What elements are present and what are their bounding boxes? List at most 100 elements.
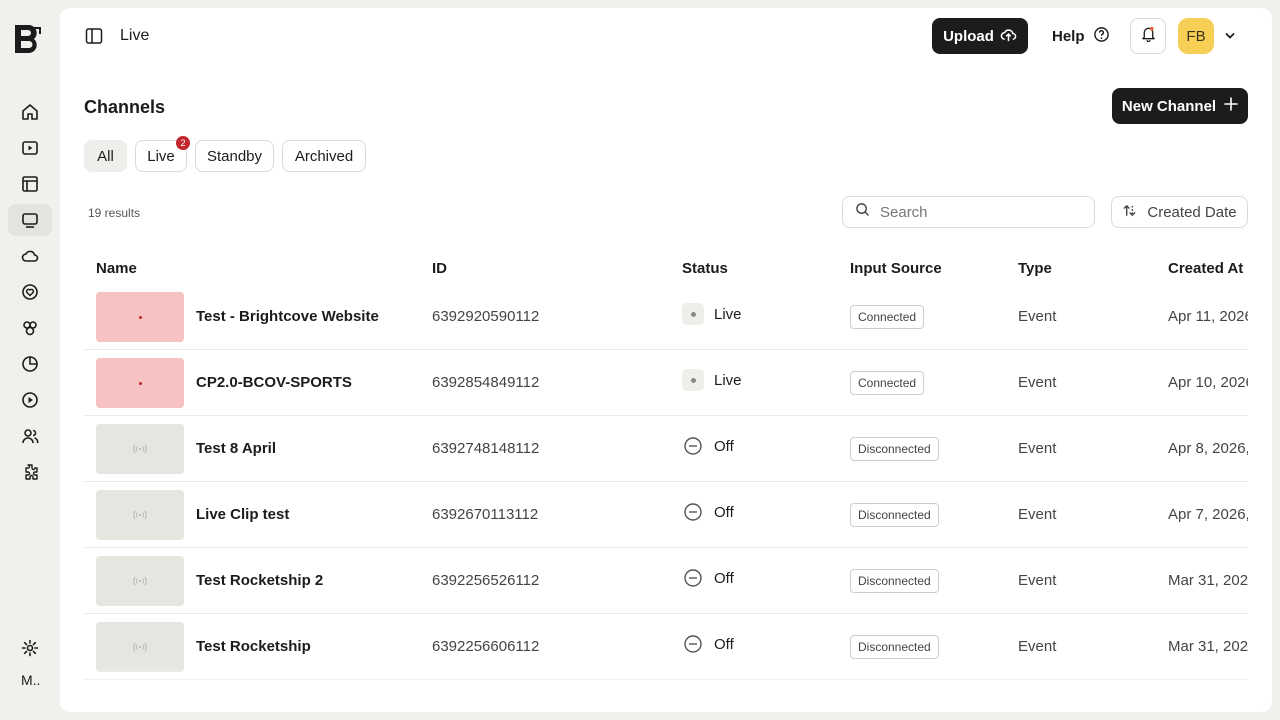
sidebar-toggle-icon[interactable] [84,26,104,46]
table-row[interactable]: Test Rocketship 2 6392256526112 Off Disc… [84,548,1248,614]
channel-name[interactable]: Test Rocketship [196,638,311,655]
search-icon [855,202,870,222]
channel-type: Event [1018,440,1057,457]
input-source-badge: Connected [850,305,925,329]
status-cell: Live [682,369,742,391]
status-text: Off [714,503,734,521]
channel-name[interactable]: Test - Brightcove Website [196,308,379,325]
off-status-icon [684,569,702,587]
upload-label: Upload [943,27,994,45]
channel-id: 6392854849112 [432,374,540,391]
cloud-upload-icon [1000,26,1017,47]
live-status-icon [682,369,704,391]
playlists-icon[interactable] [8,168,52,200]
channel-thumbnail [96,358,184,408]
off-status-icon [684,635,702,653]
channel-name[interactable]: Test Rocketship 2 [196,572,323,589]
status-cell: Off [682,501,734,523]
live-count-badge: 2 [176,136,190,150]
channel-thumbnail [96,490,184,540]
status-cell: Live [682,303,742,325]
created-at: Apr 11, 2026, [1168,308,1248,325]
channel-thumbnail [96,622,184,672]
channel-name[interactable]: Live Clip test [196,506,289,523]
audience-icon[interactable] [8,312,52,344]
results-count: 19 results [88,206,141,220]
new-channel-label: New Channel [1121,97,1217,115]
search-input[interactable] [880,203,1080,221]
table-row[interactable]: Test Rocketship 6392256606112 Off Discon… [84,614,1248,680]
column-header-id[interactable]: ID [432,260,447,277]
channel-id: 6392256606112 [432,638,540,655]
sort-label: Created Date [1147,203,1237,221]
table-row[interactable]: CP2.0-BCOV-SPORTS 6392854849112 Live Con… [84,350,1248,416]
integrations-icon[interactable] [8,456,52,488]
channel-id: 6392256526112 [432,572,540,589]
channel-type: Event [1018,308,1057,325]
off-status-icon [684,437,702,455]
column-header-input-source[interactable]: Input Source [850,260,942,277]
account-menu-label[interactable]: M.. [21,672,40,688]
channel-name[interactable]: Test 8 April [196,440,276,457]
column-header-status[interactable]: Status [682,260,728,277]
status-cell: Off [682,435,734,457]
column-header-created-at[interactable]: Created At [1168,260,1243,277]
help-button[interactable]: Help [1040,18,1122,54]
top-bar: Live Upload Help FB [60,8,1272,64]
table-row[interactable]: Test 8 April 6392748148112 Off Disconnec… [84,416,1248,482]
avatar[interactable]: FB [1178,18,1214,54]
analytics-icon[interactable] [8,348,52,380]
status-text: Live [714,371,742,389]
sort-arrows-icon [1122,203,1137,222]
channel-thumbnail [96,292,184,342]
channel-id: 6392920590112 [432,308,540,325]
upload-button[interactable]: Upload [932,18,1028,54]
off-status-icon [684,503,702,521]
column-header-name[interactable]: Name [96,260,137,277]
status-text: Off [714,569,734,587]
broadcast-icon [133,576,147,586]
plus-icon [1224,97,1238,115]
live-status-icon [682,303,704,325]
filter-tab-standby[interactable]: Standby [195,140,274,172]
notifications-button[interactable] [1130,18,1166,54]
live-icon[interactable] [8,204,52,236]
engagement-icon[interactable] [8,276,52,308]
created-at: Apr 8, 2026, [1168,440,1248,457]
channel-type: Event [1018,638,1057,655]
page-title: Channels [84,97,166,117]
channel-id: 6392670113112 [432,506,539,523]
filter-tab-archived[interactable]: Archived [282,140,366,172]
input-source-badge: Disconnected [850,437,939,461]
broadcast-icon [133,642,147,652]
home-icon[interactable] [8,96,52,128]
users-icon[interactable] [8,420,52,452]
input-source-badge: Disconnected [850,503,939,527]
created-at: Apr 10, 2026, [1168,374,1248,391]
channel-type: Event [1018,374,1057,391]
table-row[interactable]: Live Clip test 6392670113112 Off Disconn… [84,482,1248,548]
players-icon[interactable] [8,384,52,416]
new-channel-button[interactable]: New Channel [1112,88,1248,124]
settings-gear-icon[interactable] [8,632,52,664]
status-text: Live [714,305,742,323]
column-header-type[interactable]: Type [1018,260,1052,277]
input-source-badge: Connected [850,371,925,395]
table-row[interactable]: Test - Brightcove Website 6392920590112 … [84,284,1248,350]
status-cell: Off [682,567,734,589]
sort-button[interactable]: Created Date [1111,196,1248,228]
channels-table-body: Test - Brightcove Website 6392920590112 … [84,284,1248,704]
brightcove-logo-icon[interactable] [12,22,44,56]
channel-name[interactable]: CP2.0-BCOV-SPORTS [196,374,352,391]
bell-icon [1140,25,1157,47]
chevron-down-icon[interactable] [1222,28,1238,44]
main-panel: Live Upload Help FB Channels New Channel [60,8,1272,712]
videos-icon[interactable] [8,132,52,164]
filter-tab-all[interactable]: All [84,140,127,172]
cloud-icon[interactable] [8,240,52,272]
help-label: Help [1052,27,1085,45]
channel-thumbnail [96,424,184,474]
search-box[interactable] [842,196,1095,228]
live-dot-icon [138,381,142,385]
broadcast-icon [133,444,147,454]
